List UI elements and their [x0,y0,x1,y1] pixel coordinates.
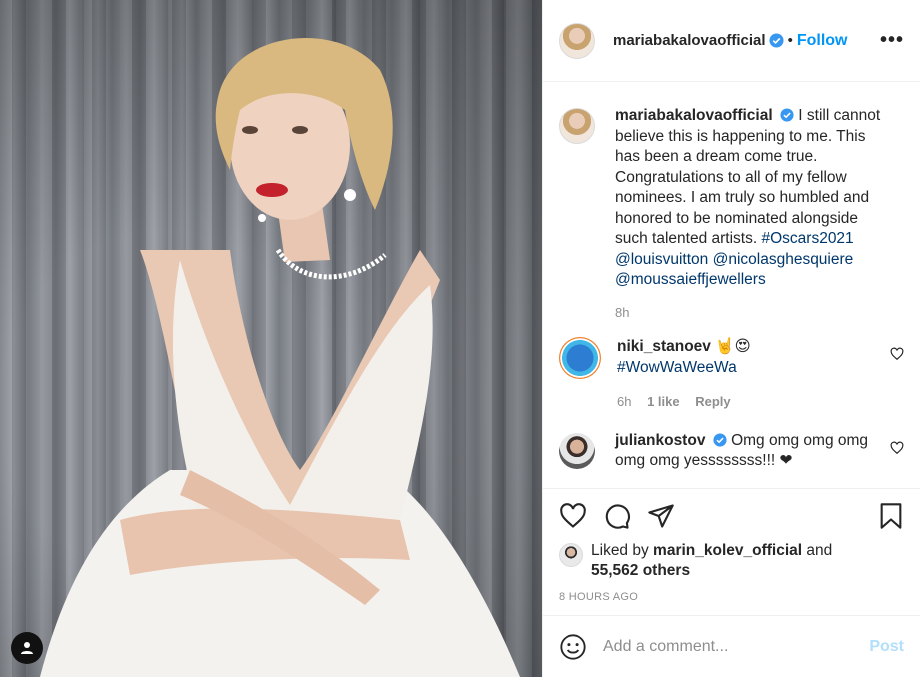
add-comment-bar: Post [543,615,920,677]
caption-text: I still cannot believe this is happening… [615,107,881,247]
post-comment-button[interactable]: Post [869,638,904,656]
post-actions: Liked by marin_kolev_official and 55,562… [543,488,920,618]
verified-badge-icon [769,33,784,48]
mention-link[interactable]: @nicolasghesquiere [713,251,854,268]
author-handle[interactable]: mariabakalovaofficial [613,32,766,49]
liker-avatar[interactable] [559,543,583,567]
like-count[interactable]: 55,562 others [591,562,690,579]
photo-subject [40,37,520,677]
caption-author-avatar[interactable] [559,108,595,144]
hashtag-link[interactable]: #WowWaWeeWa [617,359,737,376]
follow-button[interactable]: Follow [797,32,848,50]
post-header: mariabakalovaofficial • Follow ••• [543,0,920,82]
post-photo[interactable] [0,0,542,677]
post-timestamp[interactable]: 8 HOURS AGO [559,591,904,603]
comment-body: juliankostov Omg omg omg omg omg omg yes… [615,431,904,472]
comment-row: juliankostov Omg omg omg omg omg omg yes… [559,431,904,472]
like-comment-heart-icon[interactable] [890,441,904,455]
post-detail-panel: mariabakalovaofficial • Follow ••• maria… [542,0,920,677]
caption-meta: 8h [615,303,882,324]
reply-button[interactable]: Reply [695,394,730,409]
liked-by-prefix: Liked by [591,542,649,559]
comment-meta: 6h 1 like Reply [617,392,882,413]
mention-link[interactable]: @louisvuitton [615,251,708,268]
caption-author[interactable]: mariabakalovaofficial [615,107,773,124]
more-options-icon[interactable]: ••• [880,29,904,52]
comment-icon[interactable] [603,502,631,530]
liker-handle[interactable]: marin_kolev_official [653,542,802,559]
user-icon [21,642,33,654]
comment-input[interactable] [603,637,870,656]
verified-badge-icon [780,108,794,122]
mention-link[interactable]: @moussaieffjewellers [615,271,766,288]
comment-text: 🤘😍 [715,338,751,355]
comment-body: niki_stanoev 🤘😍 #WowWaWeeWa 6h 1 like Re… [617,337,904,413]
emoji-icon[interactable] [559,633,587,661]
separator-dot: • [787,32,793,49]
commenter-avatar[interactable] [559,432,595,469]
tagged-users-button[interactable] [11,632,43,664]
share-icon[interactable] [647,502,675,530]
comment-row: niki_stanoev 🤘😍 #WowWaWeeWa 6h 1 like Re… [559,337,904,413]
commenter-avatar[interactable] [559,337,601,379]
verified-badge-icon [713,432,727,447]
caption-row: mariabakalovaofficial I still cannot bel… [559,106,904,323]
commenter-handle[interactable]: niki_stanoev [617,338,711,355]
author-avatar[interactable] [559,22,595,59]
bookmark-icon[interactable] [878,502,904,530]
liked-by: Liked by marin_kolev_official and 55,562… [559,541,904,581]
liked-by-and: and [806,542,833,559]
like-comment-heart-icon[interactable] [890,347,904,361]
comment-likes[interactable]: 1 like [647,394,680,409]
comments-list[interactable]: mariabakalovaofficial I still cannot bel… [543,82,920,488]
action-icons [559,501,904,531]
heart-icon[interactable] [559,502,587,530]
hashtag-link[interactable]: #Oscars2021 [761,230,853,247]
caption-body: mariabakalovaofficial I still cannot bel… [615,106,904,323]
commenter-handle[interactable]: juliankostov [615,432,705,449]
comment-time: 6h [617,394,632,409]
caption-time: 8h [615,304,630,320]
